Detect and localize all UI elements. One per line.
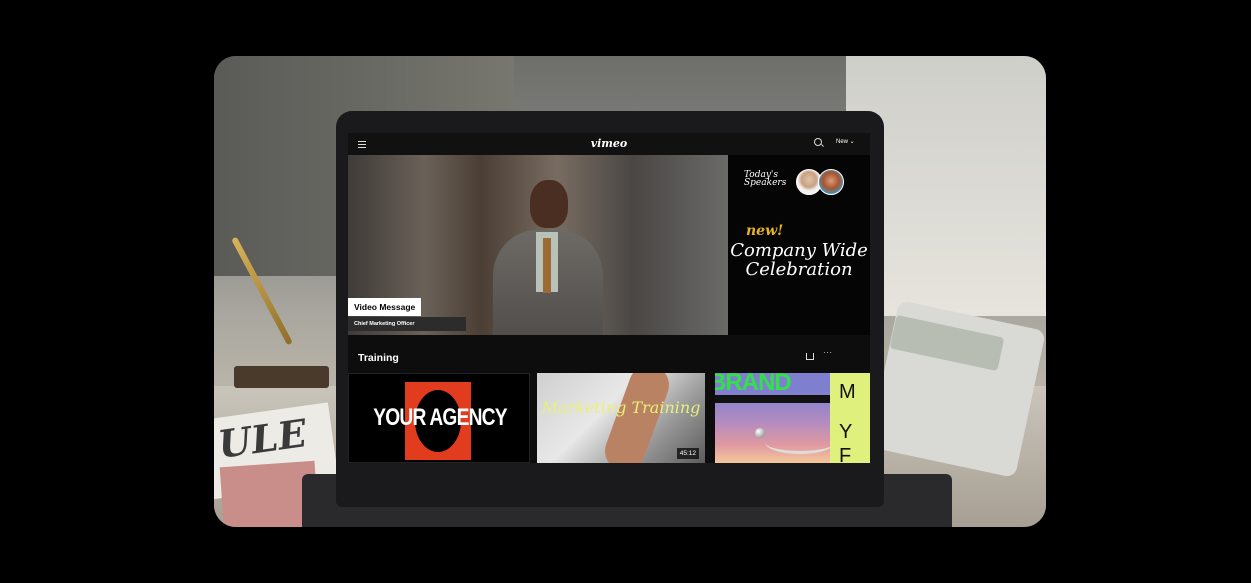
training-title: Training [358, 352, 399, 364]
new-tag: new! [746, 223, 784, 239]
thumbnail-letter: Y [839, 421, 853, 443]
video-thumbnail[interactable]: Marketing Training 45:12 [537, 373, 705, 463]
thumbnail-title: BRAND [715, 373, 792, 396]
photo-frame: ULE vimeo New ⌄ Video Message Chief Mark… [214, 56, 1046, 527]
thumbnail-letter: M [839, 381, 856, 403]
thumbnail-title: YOUR AGENCY [373, 404, 507, 431]
thumbnail-title: Marketing Training [541, 398, 701, 417]
thumbnail-letter: F [839, 445, 852, 463]
laptop-screen: vimeo New ⌄ Video Message Chief Marketin… [348, 133, 870, 463]
search-icon[interactable] [814, 138, 822, 146]
hero-video[interactable]: Video Message Chief Marketing Officer [348, 155, 728, 345]
video-thumbnail[interactable]: YOUR AGENCY [348, 373, 530, 463]
promo-headline: Company Wide Celebration [730, 240, 868, 280]
vimeo-logo[interactable]: vimeo [348, 137, 870, 150]
video-message-title: Video Message [348, 298, 422, 316]
video-thumbnail[interactable]: BRAND M Y F [715, 373, 870, 463]
more-options-icon[interactable]: ··· [823, 348, 833, 357]
share-icon[interactable] [806, 353, 814, 360]
presenter-figure [488, 180, 608, 345]
speaker-avatar [818, 169, 844, 195]
top-navbar: vimeo New ⌄ [348, 133, 870, 155]
training-video-list: YOUR AGENCY Marketing Training 45:12 BRA… [348, 373, 870, 463]
todays-speakers-label: Today's Speakers [744, 170, 787, 188]
video-message-subtitle: Chief Marketing Officer [348, 317, 466, 331]
training-section-header [348, 335, 870, 365]
video-duration-badge: 45:12 [676, 448, 699, 459]
pen-stand [234, 366, 329, 388]
new-button[interactable]: New ⌄ [836, 138, 855, 145]
event-promo-panel[interactable]: Today's Speakers new! Company Wide Celeb… [728, 155, 870, 335]
